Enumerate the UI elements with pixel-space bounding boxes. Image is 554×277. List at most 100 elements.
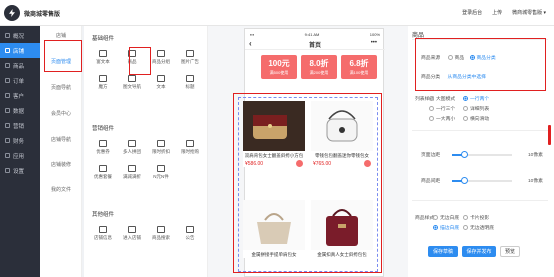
comp-shop-info[interactable]: 店铺信息 — [90, 222, 116, 244]
comp-cube[interactable]: 魔方 — [90, 71, 116, 93]
slider-handle[interactable] — [461, 151, 468, 158]
subnav-item-page-nav[interactable]: 页面导航 — [40, 84, 82, 91]
coupon-card[interactable]: 8.0折 满200使用 — [301, 55, 337, 79]
comp-coupon[interactable]: 优惠券 — [90, 136, 116, 158]
goods-icon — [5, 63, 10, 68]
coupon-card[interactable]: 100元 满500使用 — [261, 55, 297, 79]
sidebar-item-marketing[interactable]: 营销 — [0, 118, 40, 133]
radio-icon — [463, 225, 468, 231]
highlight-goods-preview — [233, 93, 382, 273]
subnav-item-shop-nav[interactable]: 店铺导航 — [40, 136, 82, 143]
style-opt-noborder[interactable]: 无边白底 — [433, 214, 463, 221]
comp-goods-search[interactable]: 商品搜索 — [148, 222, 174, 244]
comp-heading[interactable]: 标题 — [177, 71, 203, 93]
sidebar-item-overview[interactable]: 概况 — [0, 28, 40, 43]
comp-flash-discount[interactable]: 限时折扣 — [148, 136, 174, 158]
subnav-item-files[interactable]: 我的文件 — [40, 186, 82, 193]
section-marketing-title: 营销组件 — [92, 126, 115, 132]
sidebar: 概况 店铺 商品 订单 客户 数据 营销 财务 应用 设置 — [0, 26, 40, 277]
richtext-icon — [99, 49, 107, 57]
dashboard-icon — [5, 33, 10, 38]
goods-group-icon — [157, 49, 165, 57]
settings-icon — [5, 168, 10, 173]
cube-icon — [99, 74, 107, 82]
subnav-item-member[interactable]: 会员中心 — [40, 110, 82, 117]
sidebar-item-data[interactable]: 数据 — [0, 103, 40, 118]
radio-checked-icon — [433, 225, 438, 231]
sidebar-item-customers[interactable]: 客户 — [0, 88, 40, 103]
group-select-link[interactable]: 从商品分类中选择 — [448, 75, 486, 80]
section-basic-title: 基础组件 — [92, 36, 115, 42]
scrollbar[interactable] — [548, 125, 551, 145]
header-links: 登录后台 上传 微商城零售版 ▾ — [462, 9, 546, 16]
other-component-grid: 店铺信息 进入店铺 商品搜索 公告 — [90, 222, 206, 244]
comp-enter-shop[interactable]: 进入店铺 — [119, 222, 145, 244]
publish-button[interactable]: 保存并发布 — [462, 246, 496, 257]
flash-sale-icon — [186, 139, 194, 147]
comp-flash-sale[interactable]: 限时抢购 — [177, 136, 203, 158]
comp-n-yuan[interactable]: N元N件 — [148, 161, 174, 183]
radio-icon — [429, 106, 434, 112]
list-opt-detail[interactable]: 详细列表 — [463, 105, 497, 112]
header-link-upload[interactable]: 上传 — [492, 9, 502, 16]
comp-text[interactable]: 文本 — [148, 71, 174, 93]
more-icon[interactable]: ••• — [371, 40, 377, 46]
sidebar-item-shop[interactable]: 店铺 — [0, 43, 40, 58]
customer-icon — [5, 93, 10, 98]
sidebar-item-goods[interactable]: 商品 — [0, 58, 40, 73]
page-padding-slider[interactable] — [452, 151, 512, 158]
signal-icon: ▪▪▪ — [250, 31, 255, 37]
app-title: 微商城零售版 — [24, 12, 61, 18]
image-nav-icon — [128, 74, 136, 82]
comp-bundle[interactable]: 优惠套餐 — [90, 161, 116, 183]
text-icon — [157, 74, 165, 82]
goods-gap-label: 商品间距 — [421, 179, 441, 184]
list-opt-three[interactable]: 一行三个 — [429, 105, 463, 112]
list-opt-two[interactable]: 一行两个 — [463, 95, 497, 102]
subnav-item-shop[interactable]: 店铺 — [40, 32, 82, 39]
enter-shop-icon — [128, 225, 136, 233]
order-icon — [5, 78, 10, 83]
list-opt-slide[interactable]: 横向滑动 — [463, 115, 497, 122]
save-draft-button[interactable]: 保存草稿 — [428, 246, 458, 257]
goods-gap-slider[interactable] — [452, 177, 512, 184]
comp-image-ad[interactable]: 图片广告 — [177, 46, 203, 68]
battery-text: 100% — [369, 31, 380, 37]
style-opt-transparent[interactable]: 无边透明底 — [463, 224, 501, 231]
highlight-goods-source — [415, 38, 546, 91]
source-radio-goods[interactable]: 商品 — [447, 55, 464, 61]
phone-time: 9:41 AM — [304, 31, 320, 37]
discount-icon — [157, 139, 165, 147]
comp-notice[interactable]: 公告 — [177, 222, 203, 244]
subnav-item-decor[interactable]: 店铺装修 — [40, 161, 82, 168]
comp-richtext[interactable]: 富文本 — [90, 46, 116, 68]
radio-icon — [433, 215, 438, 221]
reduction-icon — [128, 164, 136, 172]
page-padding-label: 页面边距 — [421, 153, 441, 158]
preview-button[interactable]: 预览 — [500, 246, 520, 257]
header-link-account[interactable]: 微商城零售版 ▾ — [512, 9, 546, 16]
phone-nav-bar: 首页 — [245, 39, 385, 50]
coupon-card[interactable]: 6.8折 满100使用 — [341, 55, 377, 79]
page-padding-value: 10像素 — [528, 153, 543, 158]
list-opt-big[interactable]: 大图模式 — [429, 95, 463, 102]
data-icon — [5, 108, 10, 113]
radio-checked-icon — [469, 55, 475, 61]
comp-group-buy[interactable]: 多人拼团 — [119, 136, 145, 158]
sidebar-item-orders[interactable]: 订单 — [0, 73, 40, 88]
style-opt-stroke[interactable]: 描边白底 — [433, 224, 463, 231]
back-icon[interactable]: ‹ — [249, 39, 252, 48]
style-opt-card[interactable]: 卡片投影 — [463, 214, 501, 221]
marketing-icon — [5, 123, 10, 128]
slider-handle[interactable] — [461, 177, 468, 184]
source-radio-category[interactable]: 商品分类 — [469, 55, 496, 61]
highlight-page-manage — [44, 40, 82, 72]
sidebar-item-apps[interactable]: 应用 — [0, 148, 40, 163]
shop-info-icon — [99, 225, 107, 233]
comp-full-reduction[interactable]: 满减满折 — [119, 161, 145, 183]
header-link-admin[interactable]: 登录后台 — [462, 9, 482, 16]
sidebar-item-finance[interactable]: 财务 — [0, 133, 40, 148]
comp-goods-group[interactable]: 商品分组 — [148, 46, 174, 68]
list-opt-mixed[interactable]: 一大两小 — [429, 115, 463, 122]
sidebar-item-settings[interactable]: 设置 — [0, 163, 40, 178]
